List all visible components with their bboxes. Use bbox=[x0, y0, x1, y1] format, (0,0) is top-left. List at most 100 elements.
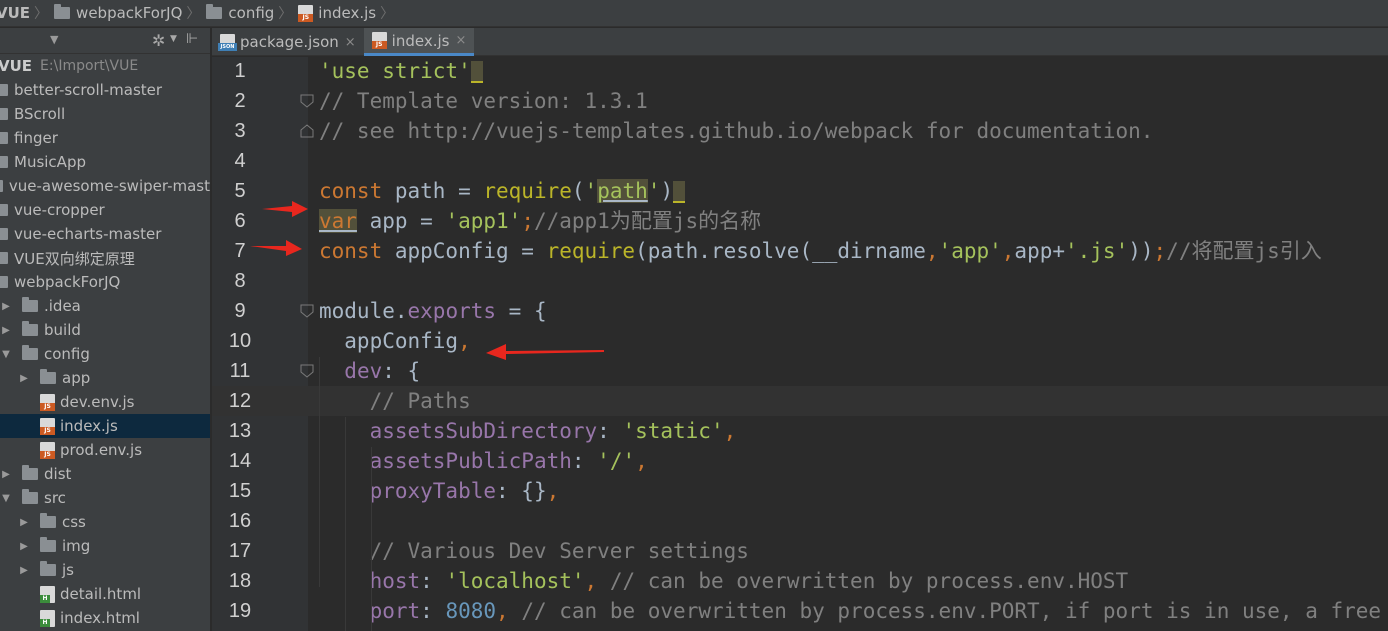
collapsed-arrow-icon[interactable]: ▶ bbox=[18, 373, 30, 384]
code-token: var bbox=[319, 209, 357, 233]
view-dropdown-icon[interactable]: ▼ bbox=[50, 33, 58, 46]
tree-root-vue[interactable]: VUE E:\Import\VUE bbox=[0, 54, 210, 78]
close-icon[interactable]: × bbox=[455, 33, 466, 48]
tree-item-webpackforjq[interactable]: webpackForJQ bbox=[0, 270, 210, 294]
tree-item-bscroll[interactable]: BScroll bbox=[0, 102, 210, 126]
code-line: 8 bbox=[212, 266, 1388, 296]
collapsed-arrow-icon[interactable]: ▶ bbox=[0, 469, 12, 480]
fold-start-icon[interactable] bbox=[300, 364, 314, 378]
expanded-arrow-icon[interactable]: ▼ bbox=[0, 349, 12, 360]
collapsed-arrow-icon[interactable]: ▶ bbox=[18, 565, 30, 576]
js-file-icon bbox=[40, 417, 55, 435]
code-text: host: 'localhost', // can be overwritten… bbox=[319, 566, 1129, 596]
code-text: appConfig, bbox=[319, 326, 470, 356]
code-token: exports bbox=[407, 299, 497, 323]
tree-item-label: build bbox=[44, 321, 81, 339]
tree-item-label: img bbox=[62, 537, 91, 555]
code-token: 8080 bbox=[445, 599, 497, 623]
collapsed-arrow-icon[interactable]: ▶ bbox=[0, 325, 12, 336]
tab-index-js[interactable]: index.js × bbox=[363, 28, 475, 56]
breadcrumb-item[interactable]: VUE〉 bbox=[0, 0, 54, 26]
collapse-all-icon[interactable]: ⊩ bbox=[186, 31, 198, 47]
code-token: , bbox=[1001, 239, 1015, 263]
code-token: ; bbox=[1153, 239, 1167, 263]
fold-start-icon[interactable] bbox=[300, 304, 314, 318]
code-token: host bbox=[369, 569, 421, 593]
tree-item-vue[interactable]: VUE双向绑定原理 bbox=[0, 246, 210, 270]
fold-start-icon[interactable] bbox=[300, 94, 314, 108]
editor-tab-bar: package.json × index.js × bbox=[212, 28, 1388, 56]
close-icon[interactable]: × bbox=[345, 35, 356, 50]
code-line: 14 assetsPublicPath: '/', bbox=[212, 446, 1388, 476]
tree-item-js[interactable]: ▶ js bbox=[0, 558, 210, 582]
code-editor[interactable]: 1 'use strict' 2 // Template version: 1.3.1… bbox=[212, 57, 1388, 631]
code-token: 将配置 bbox=[1191, 239, 1255, 263]
breadcrumb-label: VUE bbox=[0, 4, 31, 22]
code-token: // Various Dev Server settings bbox=[319, 539, 749, 563]
tree-item-vue-cropper[interactable]: vue-cropper bbox=[0, 198, 210, 222]
tree-item-img[interactable]: ▶ img bbox=[0, 534, 210, 558]
folder-icon bbox=[22, 345, 38, 360]
code-line: 7 const appConfig = require(path.resolve(… bbox=[212, 236, 1388, 266]
folder-icon bbox=[0, 108, 8, 120]
line-number: 5 bbox=[234, 180, 246, 202]
tree-item-src[interactable]: ▼ src bbox=[0, 486, 210, 510]
tree-item-detail-html[interactable]: detail.html bbox=[0, 582, 210, 606]
tree-item-label: css bbox=[62, 513, 86, 531]
annotation-arrow-line-10 bbox=[486, 344, 604, 360]
folder-icon bbox=[0, 204, 8, 216]
code-token: (path.resolve(__dirname bbox=[635, 239, 926, 263]
code-line: 11 dev: { bbox=[212, 356, 1388, 386]
code-token: , bbox=[584, 569, 610, 593]
tree-item-prod-env-js[interactable]: prod.env.js bbox=[0, 438, 210, 462]
tab-package-json[interactable]: package.json × bbox=[212, 28, 364, 56]
breadcrumb-item[interactable]: webpackForJQ 〉 bbox=[54, 0, 206, 26]
tree-item-app[interactable]: ▶ app bbox=[0, 366, 210, 390]
code-token: , bbox=[925, 239, 939, 263]
code-token: 'app1' bbox=[445, 209, 522, 233]
gear-icon[interactable]: ✲ bbox=[152, 31, 165, 50]
tree-item-dist[interactable]: ▶ dist bbox=[0, 462, 210, 486]
tree-item-config[interactable]: ▼ config bbox=[0, 342, 210, 366]
collapsed-arrow-icon[interactable]: ▶ bbox=[18, 517, 30, 528]
code-token: '/' bbox=[597, 449, 636, 473]
code-line: 6 var app = 'app1';//app1为配置js的名称 bbox=[212, 206, 1388, 236]
code-token: const bbox=[319, 179, 395, 203]
tree-item-musicapp[interactable]: MusicApp bbox=[0, 150, 210, 174]
code-token: js bbox=[1254, 239, 1280, 263]
tree-item-label: VUE双向绑定原理 bbox=[14, 249, 135, 268]
chevron-down-icon[interactable]: ▼ bbox=[170, 34, 177, 44]
folder-icon bbox=[0, 180, 3, 192]
code-line: 3 // see http://vuejs-templates.github.io… bbox=[212, 116, 1388, 146]
tree-item-idea[interactable]: ▶ .idea bbox=[0, 294, 210, 318]
tree-item-dev-env-js[interactable]: dev.env.js bbox=[0, 390, 210, 414]
json-file-icon bbox=[218, 33, 237, 51]
fold-end-icon[interactable] bbox=[300, 124, 314, 138]
tree-item-vue-echarts-master[interactable]: vue-echarts-master bbox=[0, 222, 210, 246]
tree-item-index-html[interactable]: index.html bbox=[0, 606, 210, 630]
tree-item-label: index.html bbox=[60, 609, 140, 627]
line-number: 8 bbox=[234, 270, 246, 292]
tree-item-finger[interactable]: finger bbox=[0, 126, 210, 150]
indent-guide bbox=[319, 357, 320, 587]
indent-guide bbox=[345, 417, 346, 631]
breadcrumb-separator-icon: 〉 bbox=[278, 6, 293, 22]
code-token: ' bbox=[647, 179, 661, 203]
code-token: appConfig bbox=[319, 329, 459, 353]
tree-item-build[interactable]: ▶ build bbox=[0, 318, 210, 342]
collapsed-arrow-icon[interactable]: ▶ bbox=[0, 301, 12, 312]
tree-item-css[interactable]: ▶ css bbox=[0, 510, 210, 534]
tree-item-index-js[interactable]: index.js bbox=[0, 414, 210, 438]
annotation-arrow-line-6 bbox=[262, 201, 308, 217]
tree-item-vue-awesome-swiper-mast[interactable]: vue-awesome-swiper-mast bbox=[0, 174, 210, 198]
breadcrumb-item[interactable]: index.js〉 bbox=[298, 0, 400, 26]
code-text: 'use strict' bbox=[319, 57, 483, 86]
code-text: // Various Dev Server settings bbox=[319, 536, 749, 566]
code-text: const path = require('path') bbox=[319, 176, 686, 206]
line-number: 13 bbox=[228, 420, 252, 442]
breadcrumb-item[interactable]: config 〉 bbox=[206, 0, 298, 26]
expanded-arrow-icon[interactable]: ▼ bbox=[0, 493, 12, 504]
collapsed-arrow-icon[interactable]: ▶ bbox=[18, 541, 30, 552]
tree-item-better-scroll-master[interactable]: better-scroll-master bbox=[0, 78, 210, 102]
